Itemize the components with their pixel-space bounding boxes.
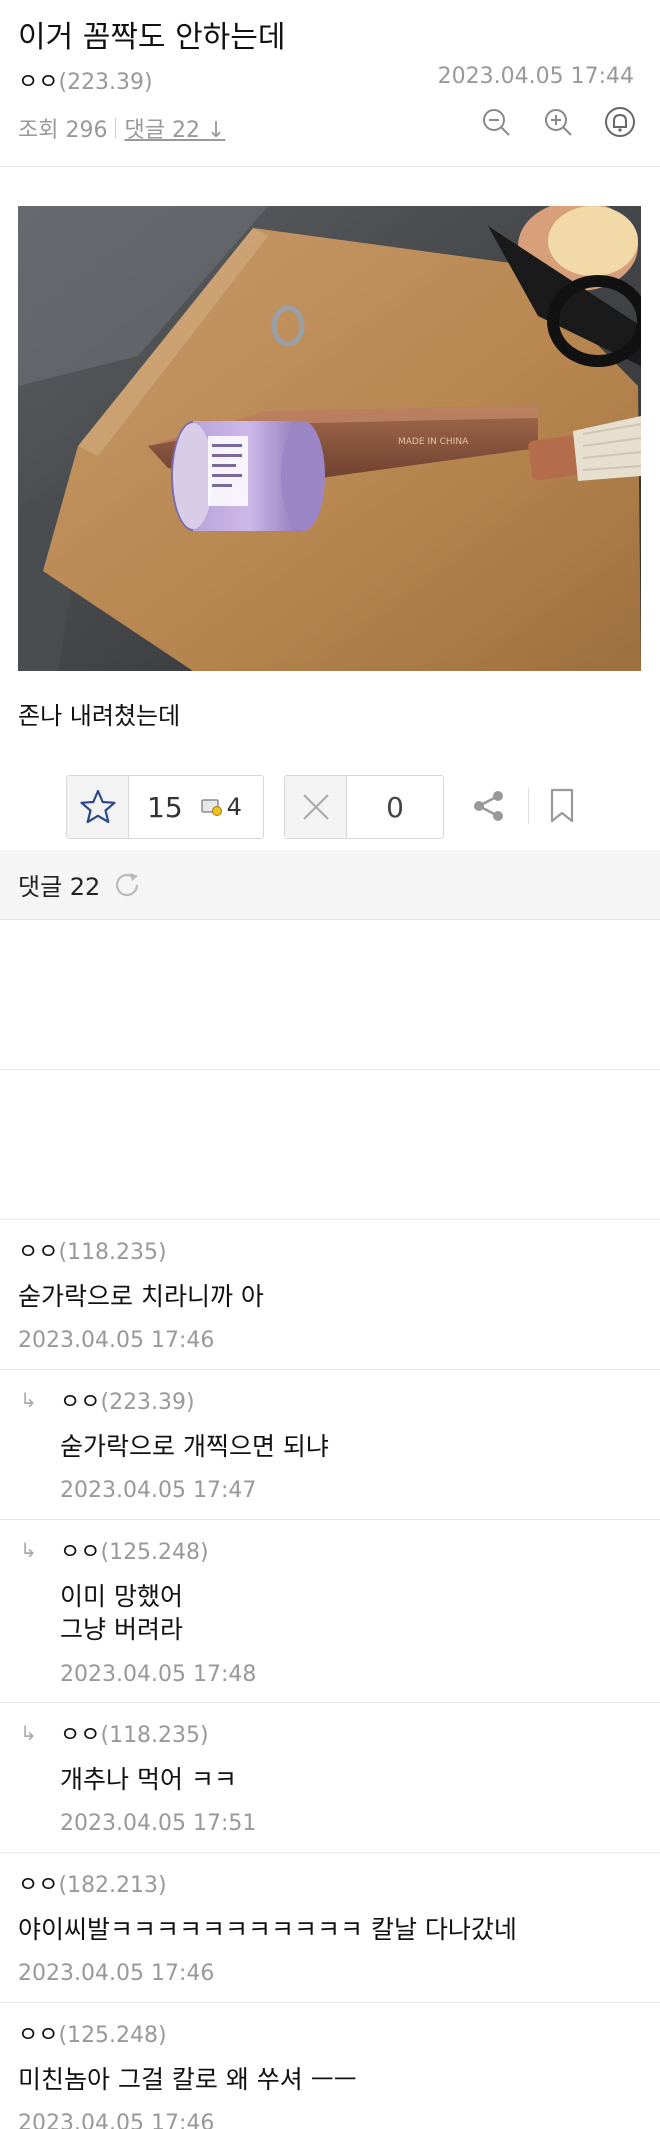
comment-text: 이미 망했어 그냥 버려라 xyxy=(60,1582,183,1644)
comments-header: 댓글 22 xyxy=(0,850,660,920)
comment-date: 2023.04.05 17:48 xyxy=(60,1662,257,1687)
comment-date: 2023.04.05 17:51 xyxy=(60,1811,257,1836)
post-photo[interactable]: MADE IN CHINA xyxy=(18,206,641,671)
post-author[interactable]: ㅇㅇ(223.39) xyxy=(18,64,153,96)
meta-divider xyxy=(115,118,117,138)
comments-jump-label[interactable]: 댓글 22 xyxy=(124,118,199,143)
comment-author-name[interactable]: ㅇㅇ xyxy=(60,1540,100,1565)
comment-author[interactable]: ㅇㅇ(118.235) xyxy=(60,1717,209,1749)
comment-author-name[interactable]: ㅇㅇ xyxy=(18,1240,58,1265)
reply-item: ↳ ㅇㅇ(118.235) 개추나 먹어 ㅋㅋ 2023.04.05 17:51 xyxy=(0,1703,660,1853)
comment-author-ip: (125.248) xyxy=(100,1540,209,1565)
zoom-out-icon[interactable] xyxy=(478,104,514,140)
comment-text: 숟가락으로 치라니까 아 xyxy=(18,1282,264,1311)
header-divider xyxy=(0,166,660,167)
comment-author-name[interactable]: ㅇㅇ xyxy=(60,1723,100,1748)
post-title: 이거 꼼짝도 안하는데 xyxy=(18,20,286,55)
comment-text: 야이씨발ㅋㅋㅋㅋㅋㅋㅋㅋㅋㅋㅋ 칼날 다나갔네 xyxy=(18,1915,517,1944)
reply-arrow-icon: ↳ xyxy=(20,1721,37,1745)
zoom-in-icon[interactable] xyxy=(540,104,576,140)
arrow-down-icon: ↓ xyxy=(199,118,226,143)
comment-text: 개추나 먹어 ㅋㅋ xyxy=(60,1765,237,1794)
ad-slot xyxy=(0,920,660,1070)
share-icon[interactable] xyxy=(470,787,508,829)
comment-author[interactable]: ㅇㅇ(125.248) xyxy=(18,2017,167,2049)
post-date: 2023.04.05 17:44 xyxy=(437,64,634,89)
comment-author[interactable]: ㅇㅇ(125.248) xyxy=(60,1534,209,1566)
reply-item: ↳ ㅇㅇ(223.39) 숟가락으로 개찍으면 되냐 2023.04.05 17… xyxy=(0,1370,660,1520)
downvote-count: 0 xyxy=(386,790,404,824)
comment-author[interactable]: ㅇㅇ(223.39) xyxy=(60,1384,195,1416)
comment-author-ip: (125.248) xyxy=(58,2023,167,2048)
recommend-box: 15 4 xyxy=(66,775,264,839)
recommend-button[interactable] xyxy=(67,776,129,838)
post-toolbar xyxy=(478,104,638,140)
comment-author-ip: (223.39) xyxy=(100,1390,195,1415)
fixed-recommend-count: 4 xyxy=(226,793,242,821)
comment-item: ㅇㅇ(118.235) 숟가락으로 치라니까 아 2023.04.05 17:4… xyxy=(0,1220,660,1370)
comment-author-ip: (118.235) xyxy=(100,1723,209,1748)
post-body: 존나 내려쳤는데 xyxy=(18,702,181,730)
comment-text: 미친놈아 그걸 칼로 왜 쑤셔 ㅡㅡ xyxy=(18,2065,357,2094)
comments-jump-link[interactable]: 댓글 22 ↓ xyxy=(124,112,225,144)
comment-author-ip: (118.235) xyxy=(58,1240,167,1265)
bookmark-icon[interactable] xyxy=(546,787,578,829)
downvote-button[interactable] xyxy=(285,776,347,838)
knife-print: MADE IN CHINA xyxy=(398,437,469,447)
comment-date: 2023.04.05 17:46 xyxy=(18,1961,215,1986)
knife-can-photo: MADE IN CHINA xyxy=(18,206,641,671)
ad-slot xyxy=(0,1070,660,1220)
comments-title: 댓글 22 xyxy=(18,873,101,901)
toolbar-divider xyxy=(528,788,529,824)
refresh-icon[interactable] xyxy=(112,870,142,900)
fixed-recommend: 4 xyxy=(201,793,242,821)
downvote-box: 0 xyxy=(284,775,444,839)
reply-arrow-icon: ↳ xyxy=(20,1538,37,1562)
comment-date: 2023.04.05 17:47 xyxy=(60,1478,257,1503)
fixed-user-icon xyxy=(201,799,222,816)
comment-author[interactable]: ㅇㅇ(182.213) xyxy=(18,1867,167,1899)
comment-item: ㅇㅇ(182.213) 야이씨발ㅋㅋㅋㅋㅋㅋㅋㅋㅋㅋㅋ 칼날 다나갔네 2023… xyxy=(0,1853,660,2003)
close-icon xyxy=(302,794,329,820)
comment-item: ㅇㅇ(125.248) 미친놈아 그걸 칼로 왜 쑤셔 ㅡㅡ 2023.04.0… xyxy=(0,2003,660,2129)
recommend-count: 15 xyxy=(147,790,183,824)
comment-author-name[interactable]: ㅇㅇ xyxy=(18,1873,58,1898)
reply-item: ↳ ㅇㅇ(125.248) 이미 망했어 그냥 버려라 2023.04.05 1… xyxy=(0,1520,660,1703)
view-count: 조회 296 xyxy=(18,118,108,143)
comment-author[interactable]: ㅇㅇ(118.235) xyxy=(18,1234,167,1266)
comment-author-name[interactable]: ㅇㅇ xyxy=(18,2023,58,2048)
comment-date: 2023.04.05 17:46 xyxy=(18,2111,215,2129)
author-name[interactable]: ㅇㅇ xyxy=(18,70,58,95)
comment-author-ip: (182.213) xyxy=(58,1873,167,1898)
star-icon xyxy=(79,789,116,824)
author-ip: (223.39) xyxy=(58,70,153,95)
comment-author-name[interactable]: ㅇㅇ xyxy=(60,1390,100,1415)
bell-icon[interactable] xyxy=(602,104,638,140)
comment-date: 2023.04.05 17:46 xyxy=(18,1328,215,1353)
post-meta: 조회 296 댓글 22 ↓ xyxy=(18,112,225,144)
reply-arrow-icon: ↳ xyxy=(20,1388,37,1412)
comment-text: 숟가락으로 개찍으면 되냐 xyxy=(60,1432,329,1461)
